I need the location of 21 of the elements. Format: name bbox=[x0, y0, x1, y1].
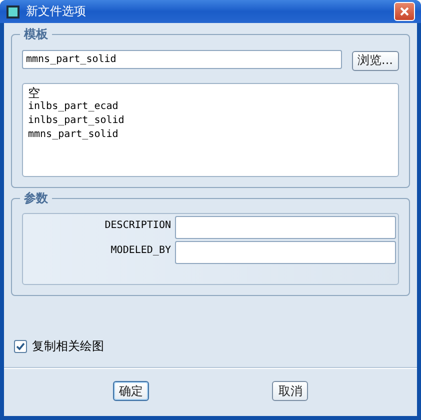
parameter-field[interactable] bbox=[175, 240, 396, 264]
window-title: 新文件选项 bbox=[26, 3, 87, 20]
checkbox-label: 复制相关绘图 bbox=[32, 338, 104, 354]
parameter-label: DESCRIPTION bbox=[104, 218, 171, 232]
browse-button[interactable]: 浏览... bbox=[352, 50, 399, 70]
check-icon bbox=[16, 342, 25, 350]
template-field[interactable]: mmns_part_solid bbox=[22, 50, 342, 70]
close-icon bbox=[400, 7, 409, 16]
list-item[interactable]: 空 bbox=[27, 86, 41, 100]
list-item[interactable]: inlbs_part_ecad bbox=[27, 100, 120, 114]
list-item[interactable]: inlbs_part_solid bbox=[27, 114, 126, 128]
parameter-field[interactable] bbox=[175, 216, 396, 238]
checkbox[interactable] bbox=[14, 340, 27, 352]
close-button[interactable] bbox=[394, 2, 415, 21]
app-icon bbox=[6, 4, 20, 18]
parameter-label: MODELED_BY bbox=[110, 244, 171, 258]
group-label: 模板 bbox=[20, 26, 52, 43]
group-label: 参数 bbox=[20, 190, 52, 206]
cancel-button[interactable]: 取消 bbox=[272, 381, 308, 401]
list-item[interactable]: mmns_part_solid bbox=[27, 128, 120, 142]
ok-button[interactable]: 确定 bbox=[112, 381, 149, 401]
